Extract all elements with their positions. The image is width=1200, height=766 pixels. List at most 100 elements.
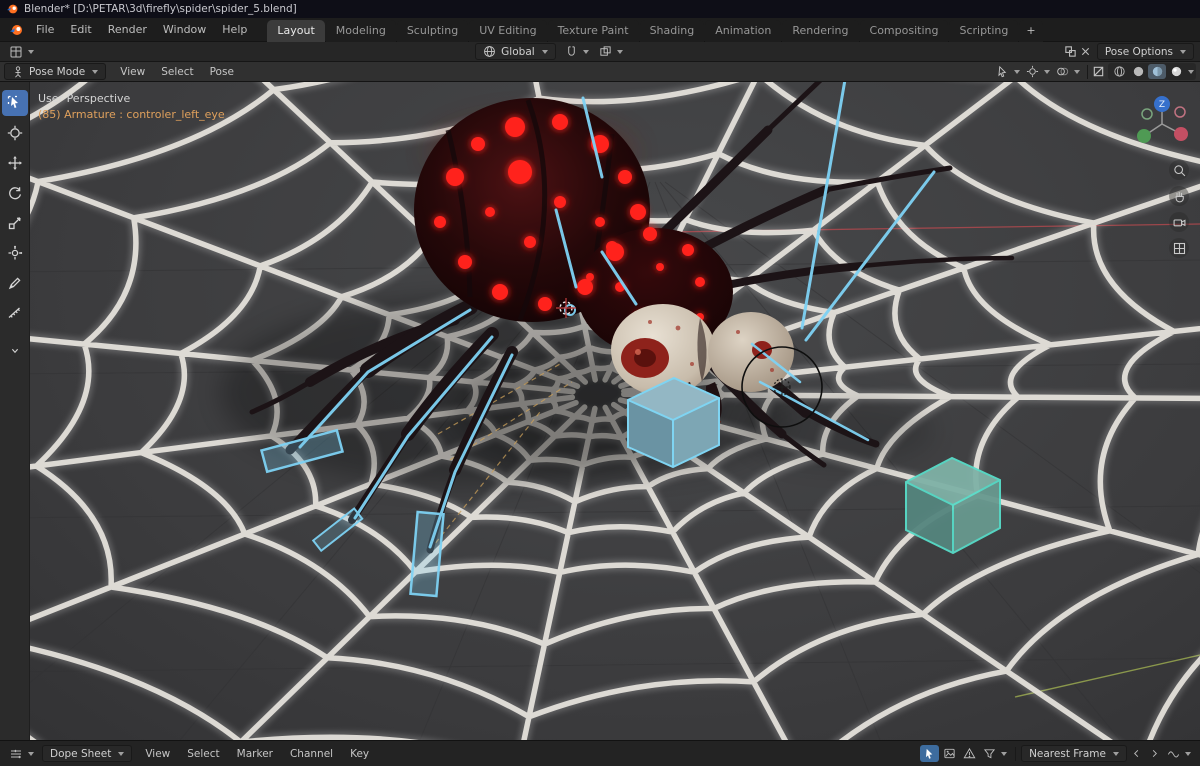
tab-animation[interactable]: Animation [705,19,782,42]
tab-shading[interactable]: Shading [639,19,705,42]
menu-edit[interactable]: Edit [62,20,99,39]
close-icon[interactable] [1080,46,1091,57]
tab-rendering[interactable]: Rendering [782,19,859,42]
menu-view[interactable]: View [112,64,153,80]
measure-tool[interactable] [2,300,28,326]
scale-tool[interactable] [2,210,28,236]
chevron-down-icon [28,49,34,54]
pose-options-label: Pose Options [1104,45,1174,58]
dope-sheet-label: Dope Sheet [50,747,112,760]
rotate-tool[interactable] [2,180,28,206]
menu-ds-view[interactable]: View [137,746,178,762]
window-title: Blender* [D:\PETAR\3d\firefly\spider\spi… [24,3,297,15]
editor-grid-icon [10,46,22,57]
snap-frame-dropdown[interactable]: Nearest Frame [1021,745,1127,762]
spider-eye-right [708,312,794,392]
chevron-down-icon [92,69,99,74]
menu-ds-select[interactable]: Select [179,746,227,762]
shading-solid-button[interactable] [1129,64,1147,79]
hidden-objects-filter-button[interactable] [940,745,959,762]
image-icon [944,748,955,759]
workspace-tabs: Layout Modeling Sculpting UV Editing Tex… [267,18,1043,42]
overlays-button[interactable] [1053,63,1083,80]
tab-layout[interactable]: Layout [267,19,325,42]
overlap-squares-icon [600,46,611,56]
select-box-tool[interactable] [1,90,28,116]
viewport-header: Pose Mode View Select Pose [0,62,1200,82]
filter-button[interactable] [980,745,1010,762]
mode-dropdown[interactable]: Pose Mode [4,63,107,80]
proportional-edit-keyframes-button[interactable] [1164,745,1194,762]
menu-help[interactable]: Help [214,20,255,39]
tab-sculpting[interactable]: Sculpting [396,19,469,42]
cursor-tool[interactable] [2,120,28,146]
menu-select[interactable]: Select [153,64,201,80]
shading-wireframe-button[interactable] [1110,64,1128,79]
select-visibility-button[interactable] [993,63,1023,80]
tab-compositing[interactable]: Compositing [859,19,949,42]
gizmo-z-label: Z [1159,100,1165,110]
menu-pose[interactable]: Pose [202,64,242,80]
foot-bone-box-mid[interactable] [409,510,445,598]
tab-uv-editing[interactable]: UV Editing [469,19,547,42]
chevron-right-icon [1152,749,1157,758]
chevron-down-icon [1074,69,1080,74]
pose-options-dropdown[interactable]: Pose Options [1096,43,1195,60]
menu-ds-key[interactable]: Key [342,746,377,762]
editor-type-button-bottom[interactable] [6,745,37,762]
menu-window[interactable]: Window [155,20,214,39]
dope-sheet-header: Dope Sheet View Select Marker Channel Ke… [0,740,1200,766]
transform-orientation-dropdown[interactable]: Global [475,43,556,60]
shading-material-button[interactable] [1148,64,1166,79]
chevron-down-icon [118,751,125,756]
tab-scripting[interactable]: Scripting [949,19,1019,42]
viewport-nav-icons [1169,160,1189,258]
snap-button[interactable] [562,43,592,60]
blender-menu-icon[interactable] [4,23,28,37]
move-tool[interactable] [2,150,28,176]
tab-texture-paint[interactable]: Texture Paint [547,19,639,42]
menu-ds-marker[interactable]: Marker [229,746,281,762]
tab-modeling[interactable]: Modeling [325,19,396,42]
menu-ds-channel[interactable]: Channel [282,746,341,762]
cube-teal[interactable] [905,456,1001,555]
editor-type-button[interactable] [6,43,37,60]
menu-file[interactable]: File [28,20,62,39]
chevron-down-icon [1001,751,1008,756]
pan-hand-icon[interactable] [1169,186,1189,206]
errors-filter-button[interactable] [960,745,979,762]
toolbar-expand-button[interactable] [2,338,28,364]
gizmo-x-axis[interactable] [1174,127,1188,141]
add-workspace-button[interactable]: + [1019,19,1043,42]
transform-tool[interactable] [2,240,28,266]
globe-icon [484,46,496,57]
xray-toggle-icon[interactable] [1092,65,1105,78]
gizmos-button[interactable] [1023,63,1053,80]
chevron-down-icon [1113,751,1119,756]
navigation-gizmo[interactable]: Z [1130,92,1194,156]
jump-prev-button[interactable] [1128,745,1145,762]
gizmo-y-axis[interactable] [1137,129,1151,143]
camera-view-icon[interactable] [1169,212,1189,232]
menu-render[interactable]: Render [100,20,155,39]
annotate-tool[interactable] [2,270,28,296]
snap-frame-label: Nearest Frame [1029,747,1106,760]
proportional-edit-button[interactable] [596,43,626,60]
chevron-down-icon [28,751,34,756]
shading-mode-group [1108,63,1196,80]
view-layer-icon[interactable] [1064,45,1077,58]
zoom-icon[interactable] [1169,160,1189,180]
shading-rendered-button[interactable] [1167,64,1185,79]
scene-canvas[interactable] [0,82,1200,740]
viewport-3d[interactable]: User Perspective (85) Armature : control… [0,82,1200,740]
chevron-down-icon [1188,69,1194,74]
gizmo-neg-x-axis[interactable] [1174,106,1186,118]
gizmo-neg-y-axis[interactable] [1141,108,1153,120]
only-selected-filter-button[interactable] [920,745,940,762]
ortho-grid-icon[interactable] [1169,238,1189,258]
chevron-down-icon [1014,69,1020,74]
warning-icon [963,747,976,759]
chevron-left-icon [1134,749,1139,758]
dope-sheet-mode-dropdown[interactable]: Dope Sheet [42,745,133,762]
jump-next-button[interactable] [1146,745,1163,762]
